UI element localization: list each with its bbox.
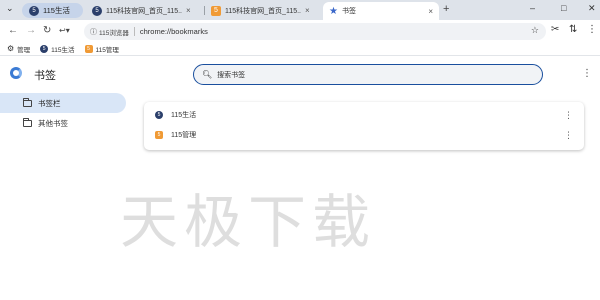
search-placeholder: 搜索书签 — [217, 71, 246, 79]
divider — [133, 27, 135, 36]
tab-115-official-1[interactable]: 5 115科技官网_首页_115...一生活、 × — [86, 2, 204, 19]
list-item-label: 115管理 — [171, 132, 197, 139]
tab-search-icon[interactable]: ⌄ — [6, 3, 14, 14]
tab-title: 115科技官网_首页_115...一生活、 — [106, 7, 182, 15]
minimize-button[interactable]: – — [530, 3, 535, 13]
tab-title: 115科技官网_首页_115...一生活、 — [225, 7, 301, 15]
more-icon[interactable]: ⋮ — [564, 130, 573, 141]
115-life-icon: 5 — [40, 44, 49, 53]
close-icon[interactable]: × — [186, 6, 191, 15]
gear-icon: ⚙ — [7, 44, 15, 53]
bookmark-115-life[interactable]: 5 115生活 — [40, 44, 75, 54]
watermark: 天极下载 — [120, 188, 377, 256]
bookmark-label: 115生活 — [51, 46, 75, 54]
folder-icon — [23, 117, 32, 127]
bookmarks-logo-icon — [10, 67, 22, 79]
extensions-icon[interactable]: ✂ — [551, 24, 559, 35]
115-life-icon: 5 — [92, 5, 102, 16]
sidebar-item-bookmarks-bar[interactable]: 书签栏 — [0, 93, 126, 113]
browser-menu-icon[interactable]: ⋮ — [587, 24, 597, 35]
more-icon[interactable]: ⋮ — [564, 110, 573, 121]
list-item[interactable]: 5 115生活 ⋮ — [144, 105, 584, 125]
bookmark-label: 管理 — [17, 46, 31, 54]
downloads-icon[interactable]: ⇅ — [569, 24, 577, 35]
star-icon: ★ — [329, 5, 338, 17]
history-button[interactable]: ↩▾ — [59, 26, 70, 35]
pinned-tab-label: 115生活 — [43, 6, 70, 15]
maximize-button[interactable]: □ — [561, 3, 566, 13]
115-manage-icon: 5 — [211, 5, 221, 16]
close-window-button[interactable]: ✕ — [588, 3, 596, 14]
115-life-icon: 5 — [155, 111, 163, 119]
sidebar-item-other-bookmarks[interactable]: 其他书签 — [0, 113, 68, 133]
sidebar-item-label: 其他书签 — [38, 118, 68, 128]
115-manage-icon: 5 — [84, 44, 93, 53]
reload-button[interactable]: ↻ — [43, 25, 51, 36]
list-item-label: 115生活 — [171, 112, 197, 119]
close-icon[interactable]: × — [305, 6, 310, 15]
bookmark-manage[interactable]: ⚙ 管理 — [7, 44, 30, 54]
page-title: 书签 — [34, 70, 56, 82]
site-chip-label: 115浏览器 — [99, 29, 129, 37]
list-item[interactable]: 5 115管理 ⋮ — [144, 125, 584, 145]
tab-115-official-2[interactable]: 5 115科技官网_首页_115...一生活、 × — [205, 2, 323, 19]
info-icon: ⓘ — [90, 28, 97, 36]
search-icon: 🔍︎ — [202, 70, 213, 79]
tab-title: 书签 — [341, 8, 356, 15]
url-text[interactable]: chrome://bookmarks — [140, 27, 208, 36]
close-icon[interactable]: × — [428, 7, 433, 16]
organize-menu-icon[interactable]: ⋮ — [582, 68, 592, 79]
new-tab-button[interactable]: + — [443, 3, 449, 15]
pinned-tab-115-life[interactable]: 5 115生活 — [22, 3, 83, 18]
bookmark-115-manage[interactable]: 5 115管理 — [84, 44, 119, 54]
search-bookmarks-input[interactable]: 🔍︎ 搜索书签 — [193, 64, 543, 85]
back-button[interactable]: ← — [8, 25, 18, 36]
tab-strip: ⌄ 5 115生活 5 115科技官网_首页_115...一生活、 × 5 11… — [0, 0, 600, 20]
sidebar-item-label: 书签栏 — [38, 98, 61, 108]
tab-bookmarks[interactable]: ★ 书签 × — [323, 2, 439, 20]
site-chip[interactable]: ⓘ 115浏览器 — [90, 27, 129, 37]
bookmark-list: 5 115生活 ⋮ 5 115管理 ⋮ — [144, 102, 584, 150]
forward-button[interactable]: → — [26, 25, 36, 36]
115-life-icon: 5 — [29, 5, 39, 16]
bookmark-label: 115管理 — [95, 46, 119, 54]
115-manage-icon: 5 — [155, 131, 163, 139]
folder-icon — [23, 97, 32, 107]
bookmark-star-icon[interactable]: ☆ — [531, 25, 539, 36]
address-bar[interactable]: ⓘ 115浏览器 chrome://bookmarks ☆ — [84, 23, 546, 40]
bookmarks-bar: ⚙ 管理 5 115生活 5 115管理 — [0, 42, 600, 56]
